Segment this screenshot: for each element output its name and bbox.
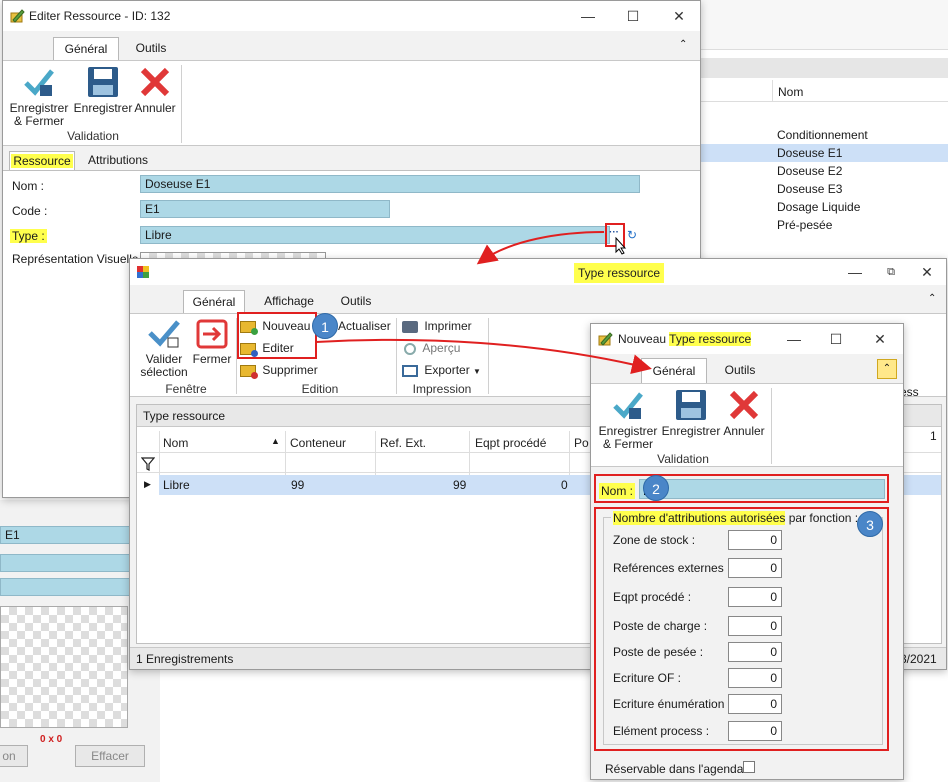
- annotation-arrows: [315, 231, 652, 374]
- annotation-badge-2: 2: [643, 475, 669, 501]
- annotation-badge-1: 1: [312, 313, 338, 339]
- annotation-badge-3: 3: [857, 511, 883, 537]
